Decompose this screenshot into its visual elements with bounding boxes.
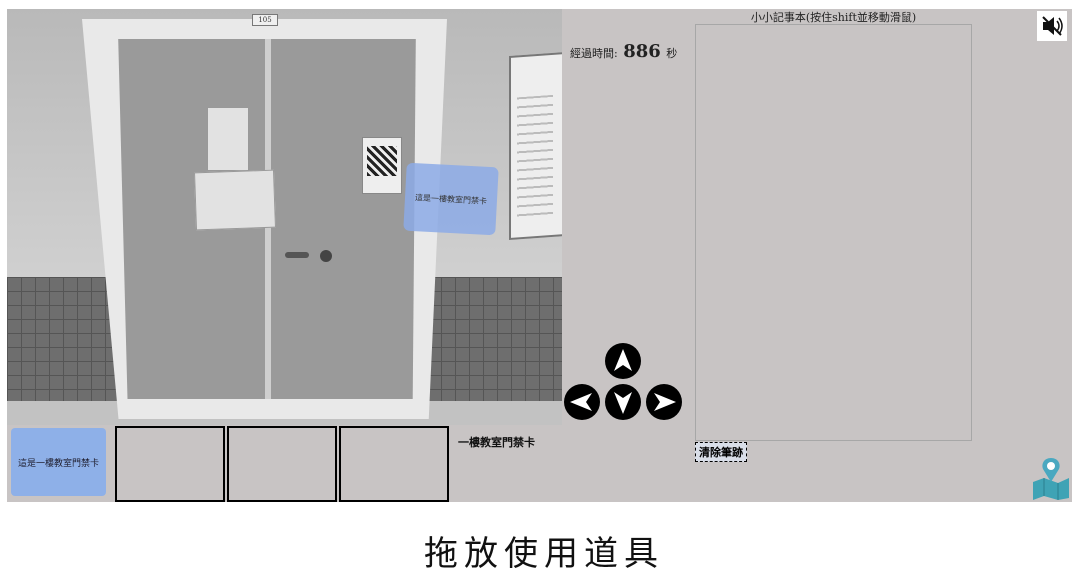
inventory-slot[interactable] [227,426,337,502]
arrow-up-icon[interactable] [605,343,641,379]
inventory-slot[interactable] [115,426,225,502]
qr-code-poster [362,137,402,194]
access-card-drop[interactable]: 這是一樓教室門禁卡 [403,162,499,236]
arrow-right-icon[interactable] [646,384,682,420]
notepad-canvas[interactable] [695,24,972,441]
clear-strokes-button[interactable]: 清除筆跡 [695,442,747,462]
door-knob [320,250,332,262]
instruction-caption: 拖放使用道具 [424,534,664,574]
elapsed-time: 經過時間: 886 秒 [570,41,677,62]
arrow-down-icon[interactable] [605,384,641,420]
inventory-access-card[interactable]: 這是一樓教室門禁卡 [11,428,106,496]
notice-paper [194,169,276,231]
notepad-title: 小小記事本(按住shift並移動滑鼠) [750,11,917,24]
elapsed-time-value: 886 [623,41,661,62]
inventory-slot[interactable] [339,426,449,502]
game-area: 105 這是一樓教室門禁卡 經過時間: 886 秒 小小記事本(按住shift並… [7,9,1072,502]
bulletin-board [509,52,562,240]
arrow-left-icon[interactable] [564,384,600,420]
map-pin-icon[interactable] [1031,456,1071,500]
scene-view: 105 這是一樓教室門禁卡 [7,9,562,425]
speaker-mute-icon[interactable] [1037,11,1067,41]
door-handle [285,252,309,258]
selected-item-name: 一樓教室門禁卡 [458,436,535,449]
notice-paper [207,107,249,171]
elapsed-time-unit: 秒 [666,47,678,60]
elapsed-time-label: 經過時間: [570,47,618,60]
room-number-plate: 105 [252,14,278,26]
